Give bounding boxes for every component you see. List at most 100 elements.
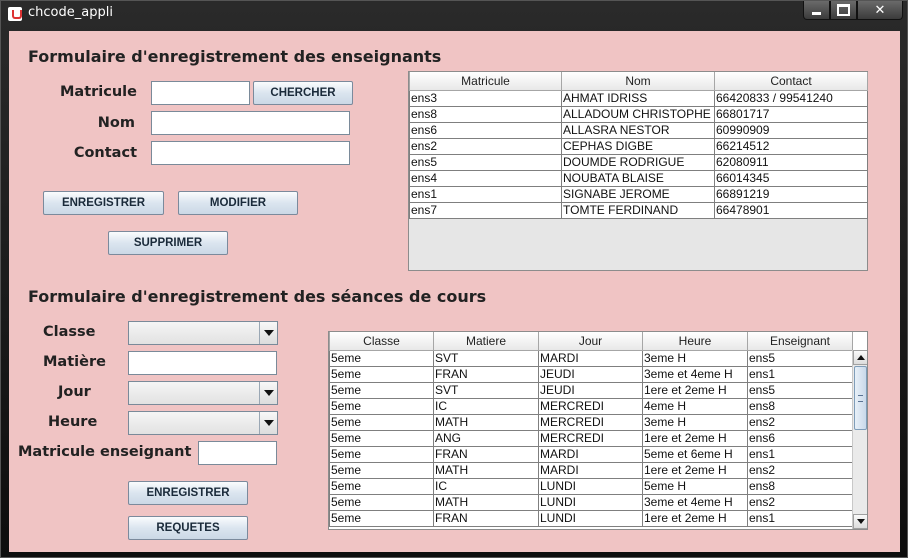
table-row[interactable]: 5eme IC LUNDI 5eme Hens8 [329, 477, 853, 495]
table-row[interactable]: ens2 CEPHAS DIGBE 66214512 [409, 137, 868, 155]
table-row[interactable]: ens3 AHMAT IDRISS 66420833 / 99541240 [409, 89, 868, 107]
column-header[interactable]: Enseignant [747, 332, 853, 351]
jour-select[interactable] [128, 381, 278, 405]
table-cell[interactable]: FRAN [433, 509, 539, 527]
table-cell[interactable]: NOUBATA BLAISE [561, 169, 715, 187]
table-cell[interactable]: AHMAT IDRISS [561, 89, 715, 107]
table-cell[interactable]: 5eme H [642, 477, 748, 495]
table-cell[interactable]: 4eme H [642, 397, 748, 415]
table-row[interactable]: 5eme ANG MERCREDI 1ere et 2eme Hens6 [329, 429, 853, 447]
table-row[interactable]: 5eme FRAN JEUDI 3eme et 4eme Hens1 [329, 365, 853, 383]
table-cell[interactable]: 5eme [329, 397, 434, 415]
table-cell[interactable]: 66801717 [714, 105, 868, 123]
table-cell[interactable]: 66014345 [714, 169, 868, 187]
table-cell[interactable]: ens2 [747, 461, 853, 479]
maximize-icon[interactable] [830, 1, 857, 20]
table-cell[interactable]: SIGNABE JEROME [561, 185, 715, 203]
table-row[interactable]: 5eme IC MERCREDI 4eme Hens8 [329, 397, 853, 415]
table-row[interactable]: ens8 ALLADOUM CHRISTOPHE 66801717 [409, 105, 868, 123]
table-cell[interactable]: SVT [433, 349, 539, 367]
table-cell[interactable]: MERCREDI [538, 429, 643, 447]
table-row[interactable]: ens4 NOUBATA BLAISE 66014345 [409, 169, 868, 187]
column-header[interactable]: Heure [642, 332, 748, 351]
table-cell[interactable]: ens1 [409, 185, 562, 203]
table-cell[interactable]: 62080911 [714, 153, 868, 171]
table-cell[interactable]: ens6 [409, 121, 562, 139]
table-cell[interactable]: 5eme [329, 365, 434, 383]
table-cell[interactable]: JEUDI [538, 381, 643, 399]
nom-input[interactable] [151, 111, 350, 135]
matricule-enseignant-input[interactable] [198, 441, 277, 465]
table-cell[interactable]: ens1 [747, 365, 853, 383]
table-cell[interactable]: 3eme et 4eme H [642, 493, 748, 511]
table-cell[interactable]: 5eme [329, 413, 434, 431]
column-header[interactable]: Nom [561, 72, 715, 91]
close-icon[interactable]: ✕ [857, 1, 903, 20]
table-cell[interactable]: MARDI [538, 349, 643, 367]
table-cell[interactable]: 3eme et 4eme H [642, 365, 748, 383]
table-row[interactable]: ens1 SIGNABE JEROME 66891219 [409, 185, 868, 203]
table-cell[interactable]: IC [433, 477, 539, 495]
scroll-thumb[interactable] [854, 366, 867, 430]
table-cell[interactable]: 3eme H [642, 349, 748, 367]
table-cell[interactable]: LUNDI [538, 477, 643, 495]
table-cell[interactable]: CEPHAS DIGBE [561, 137, 715, 155]
table-row[interactable]: ens6 ALLASRA NESTOR 60990909 [409, 121, 868, 139]
column-header[interactable]: Jour [538, 332, 643, 351]
table-cell[interactable]: ens1 [747, 509, 853, 527]
table-cell[interactable]: ALLASRA NESTOR [561, 121, 715, 139]
table-cell[interactable]: 1ere et 2eme H [642, 429, 748, 447]
table-cell[interactable]: 5eme [329, 509, 434, 527]
matiere-input[interactable] [128, 351, 277, 375]
modifier-button[interactable]: MODIFIER [178, 191, 298, 215]
table-cell[interactable]: 66478901 [714, 201, 868, 219]
table-row[interactable]: ens7 TOMTE FERDINAND 66478901 [409, 201, 868, 219]
table-cell[interactable]: SVT [433, 381, 539, 399]
supprimer-button[interactable]: SUPPRIMER [108, 231, 228, 255]
requetes-button[interactable]: REQUETES [128, 516, 248, 540]
table-cell[interactable]: 5eme [329, 445, 434, 463]
table-cell[interactable]: MATH [433, 493, 539, 511]
enregistrer-enseignant-button[interactable]: ENREGISTRER [43, 191, 164, 215]
table-cell[interactable]: FRAN [433, 445, 539, 463]
table-cell[interactable]: ens2 [747, 493, 853, 511]
chevron-down-icon[interactable] [259, 412, 277, 434]
table-row[interactable]: 5eme MATH MARDI 1ere et 2eme Hens2 [329, 461, 853, 479]
table-row[interactable]: ens5 DOUMDE RODRIGUE 62080911 [409, 153, 868, 171]
table-cell[interactable]: ens2 [747, 413, 853, 431]
table-cell[interactable]: ens4 [409, 169, 562, 187]
column-header[interactable]: Matricule [409, 72, 562, 91]
table-cell[interactable]: 5eme [329, 381, 434, 399]
table-cell[interactable]: LUNDI [538, 493, 643, 511]
table-cell[interactable]: ens8 [409, 105, 562, 123]
table-cell[interactable]: IC [433, 397, 539, 415]
table-cell[interactable]: MARDI [538, 445, 643, 463]
classe-select[interactable] [128, 321, 278, 345]
table-cell[interactable]: 66214512 [714, 137, 868, 155]
enregistrer-seance-button[interactable]: ENREGISTRER [128, 481, 248, 505]
table-cell[interactable]: MERCREDI [538, 413, 643, 431]
table-cell[interactable]: 5eme [329, 349, 434, 367]
table-cell[interactable]: ens8 [747, 397, 853, 415]
chevron-down-icon[interactable] [259, 322, 277, 344]
table-cell[interactable]: ens8 [747, 477, 853, 495]
table-cell[interactable]: LUNDI [538, 509, 643, 527]
column-header[interactable]: Contact [714, 72, 868, 91]
table-cell[interactable]: ens5 [747, 349, 853, 367]
table-cell[interactable]: JEUDI [538, 365, 643, 383]
table-cell[interactable]: MERCREDI [538, 397, 643, 415]
table-cell[interactable]: ens2 [409, 137, 562, 155]
heure-select[interactable] [128, 411, 278, 435]
table-cell[interactable]: 66891219 [714, 185, 868, 203]
column-header[interactable]: Matiere [433, 332, 539, 351]
table-row[interactable]: 5eme FRAN MARDI 5eme et 6eme Hens1 [329, 445, 853, 463]
table-row[interactable]: 5eme SVT MARDI 3eme Hens5 [329, 349, 853, 367]
table-cell[interactable]: ALLADOUM CHRISTOPHE [561, 105, 715, 123]
scroll-up-icon[interactable] [853, 350, 867, 365]
table-row[interactable]: 5eme FRAN LUNDI 1ere et 2eme Hens1 [329, 509, 853, 527]
table-cell[interactable]: MATH [433, 413, 539, 431]
matricule-input[interactable] [151, 81, 250, 105]
table-cell[interactable]: MARDI [538, 461, 643, 479]
table-cell[interactable]: 5eme [329, 461, 434, 479]
table-cell[interactable]: 1ere et 2eme H [642, 381, 748, 399]
